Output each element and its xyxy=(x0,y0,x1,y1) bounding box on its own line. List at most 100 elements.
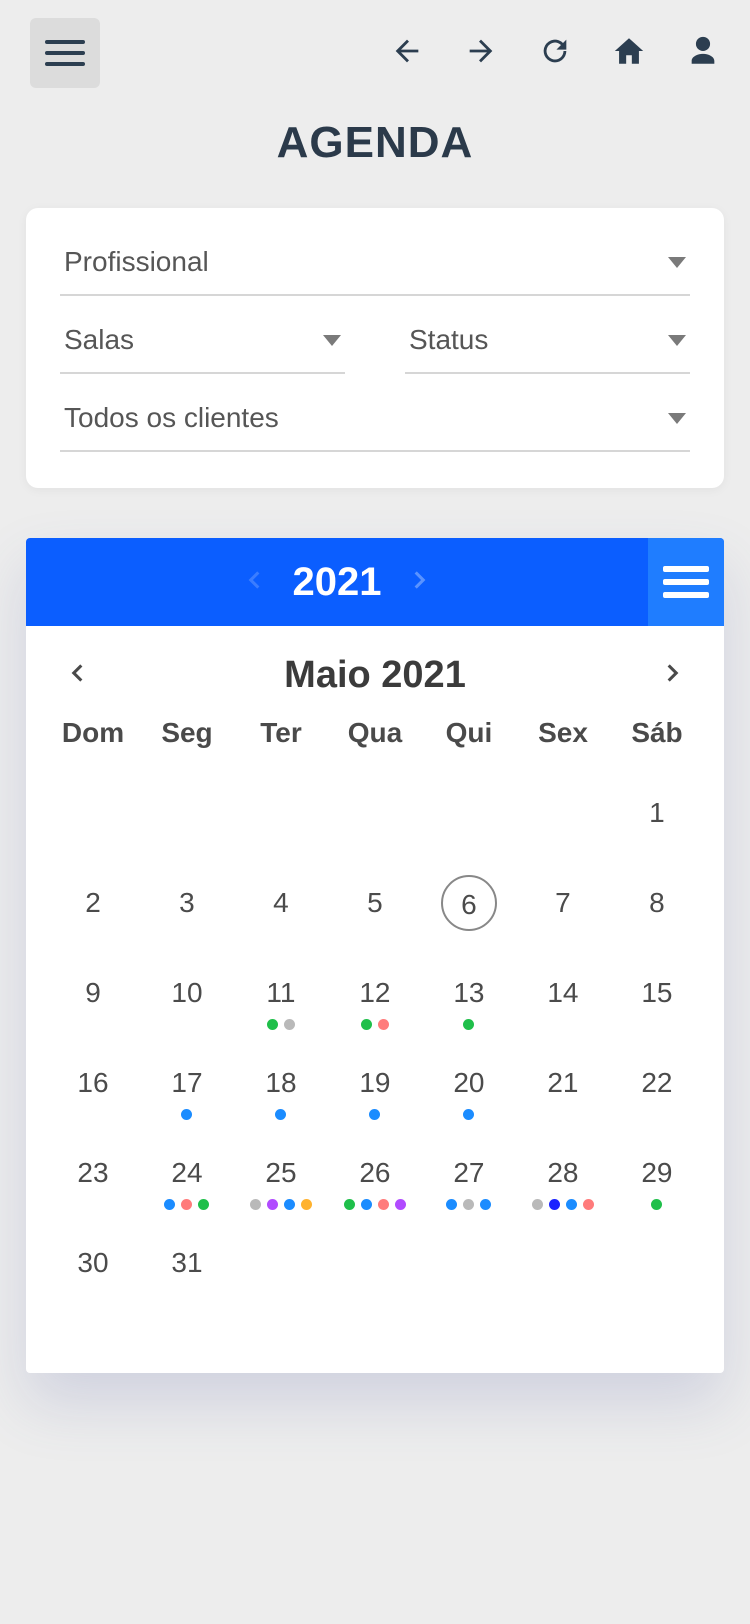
event-dots xyxy=(651,1199,662,1210)
day-number: 4 xyxy=(253,875,309,931)
day-number: 24 xyxy=(159,1145,215,1201)
day-cell[interactable]: 1 xyxy=(610,773,704,863)
weekday-label: Sáb xyxy=(610,717,704,749)
day-cell[interactable]: 19 xyxy=(328,1043,422,1133)
event-dot xyxy=(361,1199,372,1210)
day-cell[interactable]: 21 xyxy=(516,1043,610,1133)
day-cell[interactable]: 23 xyxy=(46,1133,140,1223)
refresh-icon[interactable] xyxy=(538,34,572,73)
home-icon[interactable] xyxy=(612,34,646,73)
clientes-select[interactable]: Todos os clientes xyxy=(60,394,690,452)
day-number: 6 xyxy=(441,875,497,931)
event-dot xyxy=(344,1199,355,1210)
day-cell[interactable]: 12 xyxy=(328,953,422,1043)
weekday-label: Ter xyxy=(234,717,328,749)
event-dot xyxy=(181,1199,192,1210)
weekday-label: Sex xyxy=(516,717,610,749)
day-cell[interactable]: 9 xyxy=(46,953,140,1043)
event-dot xyxy=(651,1199,662,1210)
status-select[interactable]: Status xyxy=(405,316,690,374)
day-cell[interactable]: 16 xyxy=(46,1043,140,1133)
day-number: 9 xyxy=(65,965,121,1021)
event-dot xyxy=(463,1019,474,1030)
day-cell[interactable]: 29 xyxy=(610,1133,704,1223)
calendar: 2021 Maio 2021 DomSegTerQuaQuiSexSáb 123… xyxy=(26,538,724,1373)
chevron-down-icon xyxy=(668,335,686,346)
day-number: 14 xyxy=(535,965,591,1021)
nav-icons xyxy=(390,34,720,73)
day-cell[interactable]: 17 xyxy=(140,1043,234,1133)
prev-year-button[interactable] xyxy=(241,562,267,603)
event-dots xyxy=(267,1019,295,1030)
day-number: 25 xyxy=(253,1145,309,1201)
event-dots xyxy=(532,1199,594,1210)
menu-button[interactable] xyxy=(30,18,100,88)
event-dot xyxy=(446,1199,457,1210)
event-dot xyxy=(267,1019,278,1030)
day-number: 1 xyxy=(629,785,685,841)
event-dot xyxy=(463,1109,474,1120)
prev-month-button[interactable] xyxy=(64,656,90,695)
day-cell[interactable]: 3 xyxy=(140,863,234,953)
next-year-button[interactable] xyxy=(407,562,433,603)
event-dot xyxy=(284,1019,295,1030)
day-cell[interactable]: 20 xyxy=(422,1043,516,1133)
weekday-label: Qua xyxy=(328,717,422,749)
event-dot xyxy=(284,1199,295,1210)
day-cell xyxy=(234,773,328,863)
user-icon[interactable] xyxy=(686,34,720,73)
day-number: 15 xyxy=(629,965,685,1021)
event-dots xyxy=(344,1199,406,1210)
day-cell[interactable]: 5 xyxy=(328,863,422,953)
event-dot xyxy=(583,1199,594,1210)
day-cell[interactable]: 30 xyxy=(46,1223,140,1313)
profissional-label: Profissional xyxy=(64,246,209,278)
day-cell xyxy=(234,1223,328,1313)
day-number: 22 xyxy=(629,1055,685,1111)
event-dot xyxy=(361,1019,372,1030)
chevron-down-icon xyxy=(668,257,686,268)
day-cell[interactable]: 10 xyxy=(140,953,234,1043)
day-cell[interactable]: 26 xyxy=(328,1133,422,1223)
filter-card: Profissional Salas Status Todos os clien… xyxy=(26,208,724,488)
salas-select[interactable]: Salas xyxy=(60,316,345,374)
calendar-menu-button[interactable] xyxy=(648,538,724,626)
day-cell[interactable]: 8 xyxy=(610,863,704,953)
next-month-button[interactable] xyxy=(660,656,686,695)
day-cell[interactable]: 4 xyxy=(234,863,328,953)
day-number: 18 xyxy=(253,1055,309,1111)
day-cell[interactable]: 14 xyxy=(516,953,610,1043)
day-cell[interactable]: 11 xyxy=(234,953,328,1043)
day-cell[interactable]: 25 xyxy=(234,1133,328,1223)
day-number: 8 xyxy=(629,875,685,931)
day-number: 2 xyxy=(65,875,121,931)
day-cell xyxy=(46,773,140,863)
event-dots xyxy=(275,1109,286,1120)
day-cell[interactable]: 24 xyxy=(140,1133,234,1223)
day-number: 5 xyxy=(347,875,403,931)
event-dot xyxy=(395,1199,406,1210)
day-number: 21 xyxy=(535,1055,591,1111)
day-number: 11 xyxy=(253,965,309,1021)
day-cell[interactable]: 22 xyxy=(610,1043,704,1133)
day-cell[interactable]: 6 xyxy=(422,863,516,953)
weekday-label: Dom xyxy=(46,717,140,749)
day-number: 10 xyxy=(159,965,215,1021)
day-cell[interactable]: 15 xyxy=(610,953,704,1043)
day-cell[interactable]: 28 xyxy=(516,1133,610,1223)
day-number: 23 xyxy=(65,1145,121,1201)
day-cell[interactable]: 7 xyxy=(516,863,610,953)
day-cell[interactable]: 27 xyxy=(422,1133,516,1223)
profissional-select[interactable]: Profissional xyxy=(60,238,690,296)
day-cell xyxy=(328,1223,422,1313)
event-dots xyxy=(463,1019,474,1030)
forward-icon[interactable] xyxy=(464,34,498,73)
day-cell xyxy=(140,773,234,863)
back-icon[interactable] xyxy=(390,34,424,73)
day-cell[interactable]: 18 xyxy=(234,1043,328,1133)
day-cell[interactable]: 31 xyxy=(140,1223,234,1313)
day-number: 26 xyxy=(347,1145,403,1201)
chevron-down-icon xyxy=(668,413,686,424)
day-cell[interactable]: 2 xyxy=(46,863,140,953)
day-cell[interactable]: 13 xyxy=(422,953,516,1043)
